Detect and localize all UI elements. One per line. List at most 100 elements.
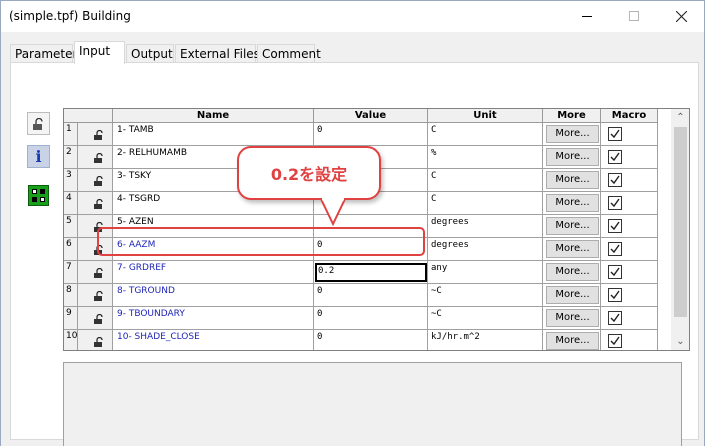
name-cell[interactable]: 10- SHADE_CLOSE — [113, 330, 314, 350]
value-text: 0 — [317, 125, 323, 135]
lock-cell[interactable] — [78, 261, 113, 284]
value-text: 0 — [317, 309, 323, 319]
macro-checkbox[interactable] — [608, 219, 622, 233]
more-button[interactable]: More... — [546, 332, 599, 350]
maximize-button[interactable] — [611, 1, 657, 31]
unit-cell[interactable]: ~C — [428, 284, 543, 307]
macro-cell — [601, 307, 658, 330]
tab-external-files[interactable]: External Files — [175, 44, 260, 63]
name-cell[interactable]: 1- TAMB — [113, 123, 314, 146]
lock-cell[interactable] — [78, 192, 113, 215]
vertical-scrollbar[interactable]: ⌃ ⌄ — [671, 109, 689, 350]
more-cell: More... — [543, 238, 601, 261]
more-cell: More... — [543, 123, 601, 146]
macro-checkbox[interactable] — [608, 173, 622, 187]
value-cell[interactable]: 0 — [314, 330, 428, 350]
value-edit-field[interactable]: 0.2 — [315, 263, 427, 282]
lock-icon — [94, 129, 106, 143]
macro-checkbox[interactable] — [608, 311, 622, 325]
lock-cell[interactable] — [78, 307, 113, 330]
value-text: 0 — [317, 332, 323, 342]
info-button[interactable]: i — [27, 145, 50, 168]
lock-toggle-button[interactable] — [27, 112, 50, 135]
minimize-button[interactable] — [564, 1, 610, 31]
column-header-macro[interactable]: Macro — [601, 109, 658, 123]
lock-cell[interactable] — [78, 123, 113, 146]
lock-icon — [94, 336, 106, 350]
row-number: 6 — [64, 238, 78, 261]
value-cell[interactable]: 0 — [314, 284, 428, 307]
unit-cell[interactable]: degrees — [428, 238, 543, 261]
macro-cell — [601, 192, 658, 215]
column-header-more[interactable]: More — [543, 109, 601, 123]
name-cell[interactable]: 7- GRDREF — [113, 261, 314, 284]
lock-cell[interactable] — [78, 169, 113, 192]
row-number: 9 — [64, 307, 78, 330]
checkbox-checked-icon — [609, 336, 621, 350]
scroll-down-icon[interactable]: ⌄ — [671, 333, 689, 350]
macro-checkbox[interactable] — [608, 265, 622, 279]
table-row: 7 7- GRDREF 0.2 any More... — [64, 261, 664, 284]
name-cell[interactable]: 8- TGROUND — [113, 284, 314, 307]
table-row: 10 10- SHADE_CLOSE 0 kJ/hr.m^2 More... — [64, 330, 664, 350]
more-cell: More... — [543, 146, 601, 169]
grid-button[interactable] — [28, 185, 49, 206]
maximize-icon — [629, 11, 639, 21]
description-panel — [63, 362, 682, 446]
macro-checkbox[interactable] — [608, 288, 622, 302]
lock-icon — [94, 152, 106, 166]
more-button[interactable]: More... — [546, 263, 599, 281]
tab-parameter[interactable]: Parameter — [10, 44, 77, 63]
lock-cell[interactable] — [78, 330, 113, 350]
header-corner — [64, 109, 113, 123]
table-row: 1 1- TAMB 0 C More... — [64, 123, 664, 146]
lock-cell[interactable] — [78, 284, 113, 307]
row-number: 8 — [64, 284, 78, 307]
name-cell[interactable]: 9- TBOUNDARY — [113, 307, 314, 330]
value-cell[interactable]: 0 — [314, 123, 428, 146]
scroll-up-icon[interactable]: ⌃ — [671, 109, 689, 126]
macro-checkbox[interactable] — [608, 196, 622, 210]
macro-checkbox[interactable] — [608, 334, 622, 348]
more-button[interactable]: More... — [546, 148, 599, 166]
row-number: 2 — [64, 146, 78, 169]
unit-cell[interactable]: any — [428, 261, 543, 284]
unit-cell[interactable]: % — [428, 146, 543, 169]
macro-checkbox[interactable] — [608, 150, 622, 164]
more-button[interactable]: More... — [546, 194, 599, 212]
tab-comment[interactable]: Comment — [257, 44, 321, 63]
value-cell[interactable]: 0 — [314, 307, 428, 330]
unit-cell[interactable]: ~C — [428, 307, 543, 330]
macro-cell — [601, 261, 658, 284]
unit-cell[interactable]: degrees — [428, 215, 543, 238]
window: (simple.tpf) Building Parameter Input Ou… — [0, 0, 705, 446]
more-button[interactable]: More... — [546, 286, 599, 304]
close-button[interactable] — [658, 1, 704, 31]
highlight-box — [97, 227, 425, 256]
more-button[interactable]: More... — [546, 171, 599, 189]
macro-checkbox[interactable] — [608, 242, 622, 256]
unit-cell[interactable]: kJ/hr.m^2 — [428, 330, 543, 350]
column-header-unit[interactable]: Unit — [428, 109, 543, 123]
tab-input[interactable]: Input — [74, 41, 125, 64]
unit-cell[interactable]: C — [428, 169, 543, 192]
lock-cell[interactable] — [78, 146, 113, 169]
more-button[interactable]: More... — [546, 125, 599, 143]
macro-checkbox[interactable] — [608, 127, 622, 141]
scroll-thumb[interactable] — [674, 127, 687, 317]
more-button[interactable]: More... — [546, 309, 599, 327]
unit-cell[interactable]: C — [428, 192, 543, 215]
value-cell[interactable]: 0.2 — [314, 261, 428, 284]
unit-cell[interactable]: C — [428, 123, 543, 146]
more-button[interactable]: More... — [546, 217, 599, 235]
table-row: 8 8- TGROUND 0 ~C More... — [64, 284, 664, 307]
row-number: 7 — [64, 261, 78, 284]
macro-cell — [601, 215, 658, 238]
column-header-value[interactable]: Value — [314, 109, 428, 123]
close-icon — [675, 10, 687, 22]
column-header-name[interactable]: Name — [113, 109, 314, 123]
more-button[interactable]: More... — [546, 240, 599, 258]
row-number: 10 — [64, 330, 78, 350]
tab-output[interactable]: Output — [126, 44, 174, 63]
checkbox-checked-icon — [609, 267, 621, 281]
